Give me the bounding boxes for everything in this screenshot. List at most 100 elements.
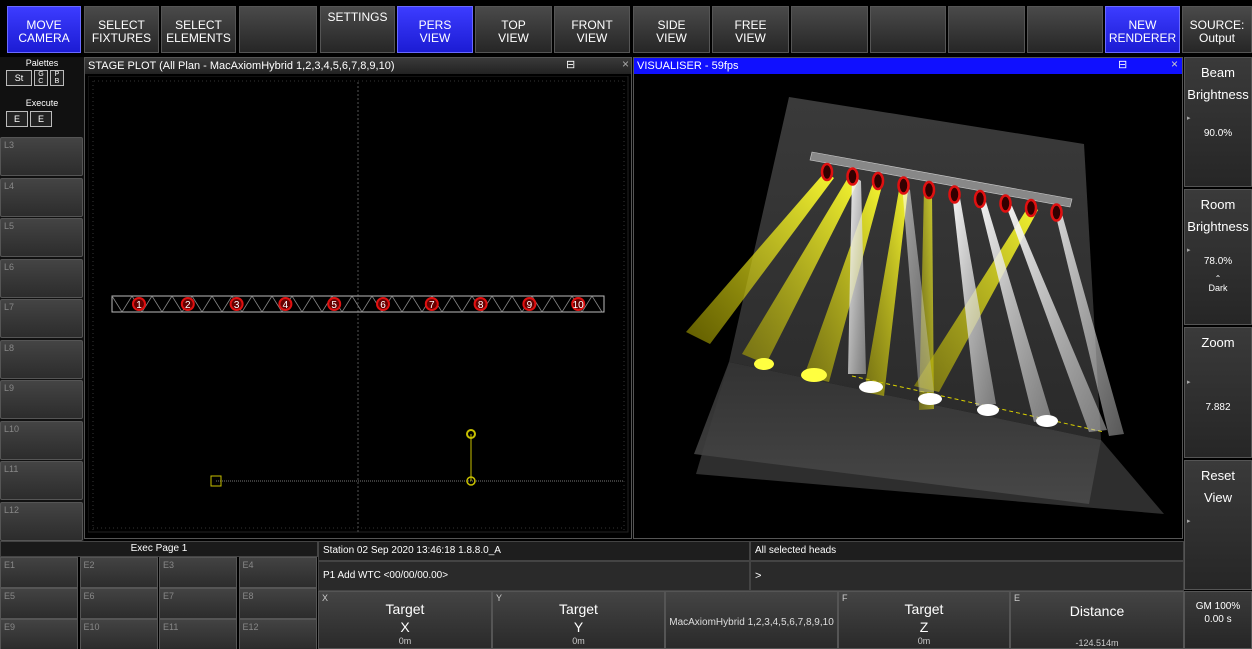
toolbar-button-9[interactable]: SIDE VIEW — [633, 6, 710, 53]
encoder-3[interactable]: MacAxiomHybrid 1,2,3,4,5,6,7,8,9,10 — [665, 591, 838, 649]
toolbar-button-label: FREE VIEW — [734, 17, 767, 45]
exec-slot-e6[interactable]: E6 — [79, 588, 158, 619]
toolbar-button-3[interactable]: SELECT ELEMENTS — [161, 6, 236, 53]
vis-fixture-head[interactable] — [1050, 203, 1063, 222]
exec-slot-e9[interactable]: E9 — [0, 619, 78, 649]
right-panel-zoom[interactable]: Zoom ▸ 7.882 — [1184, 327, 1252, 458]
toolbar-button-label: SETTINGS — [327, 10, 388, 24]
encoder-letter: F — [842, 593, 848, 603]
execute-label: Execute — [25, 98, 59, 108]
stage-fixture-number: 6 — [380, 300, 386, 311]
toolbar-button-12[interactable] — [870, 6, 946, 53]
palette-pb-button[interactable]: P B — [50, 70, 64, 86]
encoder-title: Target X — [385, 601, 425, 635]
command-prompt[interactable]: > — [750, 561, 1184, 591]
toolbar-button-4[interactable] — [239, 6, 317, 53]
exec-slot-e1[interactable]: E1 — [0, 557, 78, 588]
vis-fixture-head[interactable] — [897, 176, 910, 195]
right-panel-reset-view[interactable]: Reset View ▸ — [1184, 460, 1252, 590]
exec-slot-e3[interactable]: E3 — [159, 557, 237, 588]
toolbar-button-2[interactable]: SELECT FIXTURES — [84, 6, 159, 53]
execute-button-1[interactable]: E — [6, 111, 28, 127]
palette-gc-button[interactable]: G C — [34, 70, 48, 86]
vis-fixture-head[interactable] — [922, 180, 936, 200]
encoder-4[interactable]: F Target Z 0m — [838, 591, 1010, 649]
encoder-letter: E — [1014, 593, 1021, 603]
toolbar-button-13[interactable] — [948, 6, 1025, 53]
left-slot-l7[interactable]: L7 — [0, 299, 83, 338]
toolbar-button-11[interactable] — [791, 6, 868, 53]
left-slot-label: L12 — [4, 504, 20, 515]
left-slot-l11[interactable]: L11 — [0, 461, 83, 500]
encoder-5[interactable]: E Distance -124.514m — [1010, 591, 1184, 649]
left-slot-l5[interactable]: L5 — [0, 218, 83, 257]
stage-plot-canvas[interactable]: 1 2 3 4 5 6 7 8 9 10 — [88, 76, 630, 536]
toolbar-button-label: SIDE VIEW — [656, 17, 687, 45]
encoder-2[interactable]: Y Target Y 0m — [492, 591, 665, 649]
prompt-text: > — [755, 570, 762, 582]
vis-fixture-head[interactable] — [999, 194, 1012, 213]
stage-plot-close-icon[interactable]: × — [622, 57, 629, 71]
stage-fixture-number: 1 — [136, 300, 142, 311]
right-panel-arrow-icon: ▸ — [1187, 379, 1191, 386]
left-slot-l10[interactable]: L10 — [0, 420, 83, 460]
exec-slot-e12[interactable]: E12 — [238, 619, 317, 649]
execute-button-2[interactable]: E — [30, 111, 52, 127]
toolbar-button-10[interactable]: FREE VIEW — [712, 6, 789, 53]
toolbar-button-16[interactable]: SOURCE: Output — [1182, 6, 1252, 53]
vis-fixture-head[interactable] — [820, 162, 834, 182]
vis-fixture-head[interactable] — [948, 185, 961, 204]
exec-slot-e11[interactable]: E11 — [159, 619, 237, 649]
toolbar-button-5[interactable]: SETTINGS — [320, 6, 395, 53]
stage-plot-maximize-icon[interactable]: ⊟ — [566, 58, 575, 71]
palette-st-button[interactable]: St — [6, 70, 32, 86]
gm-level: GM 100% — [1195, 601, 1241, 612]
exec-slot-e7[interactable]: E7 — [159, 588, 237, 619]
encoder-value: 0m — [917, 636, 931, 646]
left-slot-l12[interactable]: L12 — [0, 501, 83, 541]
visualiser-maximize-icon[interactable]: ⊟ — [1118, 58, 1127, 71]
visualiser-canvas[interactable] — [634, 74, 1182, 538]
vis-fixture-head[interactable] — [1024, 198, 1038, 218]
toolbar-button-1[interactable]: MOVE CAMERA — [7, 6, 81, 53]
right-panel-arrow-icon: ▸ — [1187, 518, 1191, 525]
left-slot-l3[interactable]: L3 — [0, 137, 83, 176]
right-panel-value: 78.0% — [1203, 256, 1233, 267]
stage-fixture-number: 9 — [527, 300, 533, 311]
exec-slot-e4[interactable]: E4 — [238, 557, 317, 588]
toolbar-button-14[interactable] — [1027, 6, 1103, 53]
toolbar-button-15[interactable]: NEW RENDERER — [1105, 6, 1180, 53]
exec-slot-e5[interactable]: E5 — [0, 588, 78, 619]
left-slot-l6[interactable]: L6 — [0, 258, 83, 298]
visualiser-title-bar: VISUALISER - 59fps — [634, 58, 1182, 74]
encoder-value: -124.514m — [1075, 638, 1119, 648]
toolbar-button-8[interactable]: FRONT VIEW — [554, 6, 630, 53]
right-panel-arrow-icon: ▸ — [1187, 247, 1191, 254]
gm-time: 0.00 s — [1204, 614, 1232, 625]
exec-slot-label: E10 — [83, 622, 100, 632]
right-panel-title: Zoom — [1201, 335, 1235, 350]
left-slot-l9[interactable]: L9 — [0, 380, 83, 419]
encoder-title: Target Y — [559, 601, 598, 635]
exec-slot-label: E3 — [163, 560, 175, 570]
vis-fixture-head[interactable] — [871, 171, 885, 191]
command-line[interactable]: P1 Add WTC <00/00/00.00> — [318, 561, 750, 591]
right-panel-title: Reset View — [1201, 468, 1235, 505]
visualiser-close-icon[interactable]: × — [1171, 57, 1178, 71]
left-slot-l4[interactable]: L4 — [0, 177, 83, 217]
vis-fixture-head[interactable] — [973, 189, 987, 209]
toolbar-button-label: NEW RENDERER — [1108, 17, 1177, 45]
vis-fixture-head[interactable] — [846, 167, 859, 186]
right-panel-room-brightness[interactable]: Room Brightness ▸ 78.0% ⌃ Dark — [1184, 189, 1252, 325]
toolbar-button-label: SELECT FIXTURES — [91, 17, 152, 45]
exec-slot-e8[interactable]: E8 — [238, 588, 317, 619]
exec-slot-label: E2 — [83, 560, 95, 570]
grand-master[interactable]: GM 100% 0.00 s — [1184, 591, 1252, 649]
toolbar-button-6[interactable]: PERS VIEW — [397, 6, 473, 53]
right-panel-beam-brightness[interactable]: Beam Brightness ▸ 90.0% — [1184, 57, 1252, 187]
toolbar-button-7[interactable]: TOP VIEW — [475, 6, 552, 53]
left-slot-l8[interactable]: L8 — [0, 339, 83, 379]
encoder-1[interactable]: X Target X 0m — [318, 591, 492, 649]
exec-slot-e2[interactable]: E2 — [79, 557, 158, 588]
exec-slot-e10[interactable]: E10 — [79, 619, 158, 649]
